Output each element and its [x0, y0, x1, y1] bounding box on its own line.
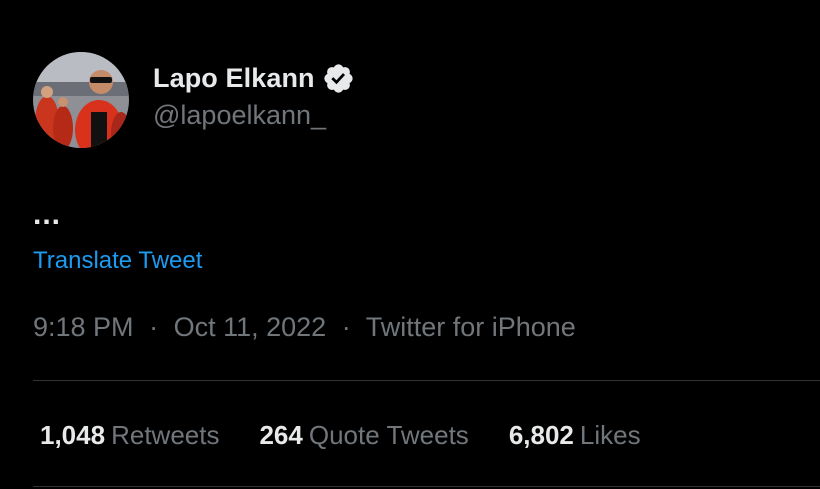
quote-tweets-stat[interactable]: 264 Quote Tweets — [259, 420, 468, 451]
retweets-count: 1,048 — [40, 420, 106, 450]
tweet-date[interactable]: Oct 11, 2022 — [174, 312, 327, 342]
tweet-meta: 9:18 PM · Oct 11, 2022 · Twitter for iPh… — [33, 312, 576, 343]
meta-separator: · — [149, 312, 159, 342]
tweet-source[interactable]: Twitter for iPhone — [366, 312, 576, 342]
retweets-label: Retweets — [111, 420, 220, 450]
tweet-time[interactable]: 9:18 PM — [33, 312, 134, 342]
avatar[interactable] — [33, 52, 129, 148]
avatar-image — [33, 52, 129, 148]
quote-tweets-count: 264 — [259, 420, 303, 450]
tweet-text: ... — [33, 198, 62, 231]
divider — [33, 486, 820, 487]
user-info: Lapo Elkann @lapoelkann_ — [153, 58, 355, 131]
display-name[interactable]: Lapo Elkann — [153, 63, 315, 94]
likes-count: 6,802 — [508, 420, 574, 450]
divider — [33, 380, 820, 381]
retweets-stat[interactable]: 1,048 Retweets — [40, 420, 219, 451]
verified-badge-icon[interactable] — [322, 62, 355, 95]
likes-label: Likes — [579, 420, 641, 450]
meta-separator: · — [341, 312, 351, 342]
quote-tweets-label: Quote Tweets — [308, 420, 469, 450]
translate-tweet-link[interactable]: Translate Tweet — [33, 247, 202, 275]
user-handle[interactable]: @lapoelkann_ — [153, 100, 355, 131]
engagement-stats: 1,048 Retweets 264 Quote Tweets 6,802 Likes — [40, 420, 681, 451]
likes-stat[interactable]: 6,802 Likes — [509, 420, 641, 451]
display-name-row[interactable]: Lapo Elkann — [153, 58, 355, 98]
